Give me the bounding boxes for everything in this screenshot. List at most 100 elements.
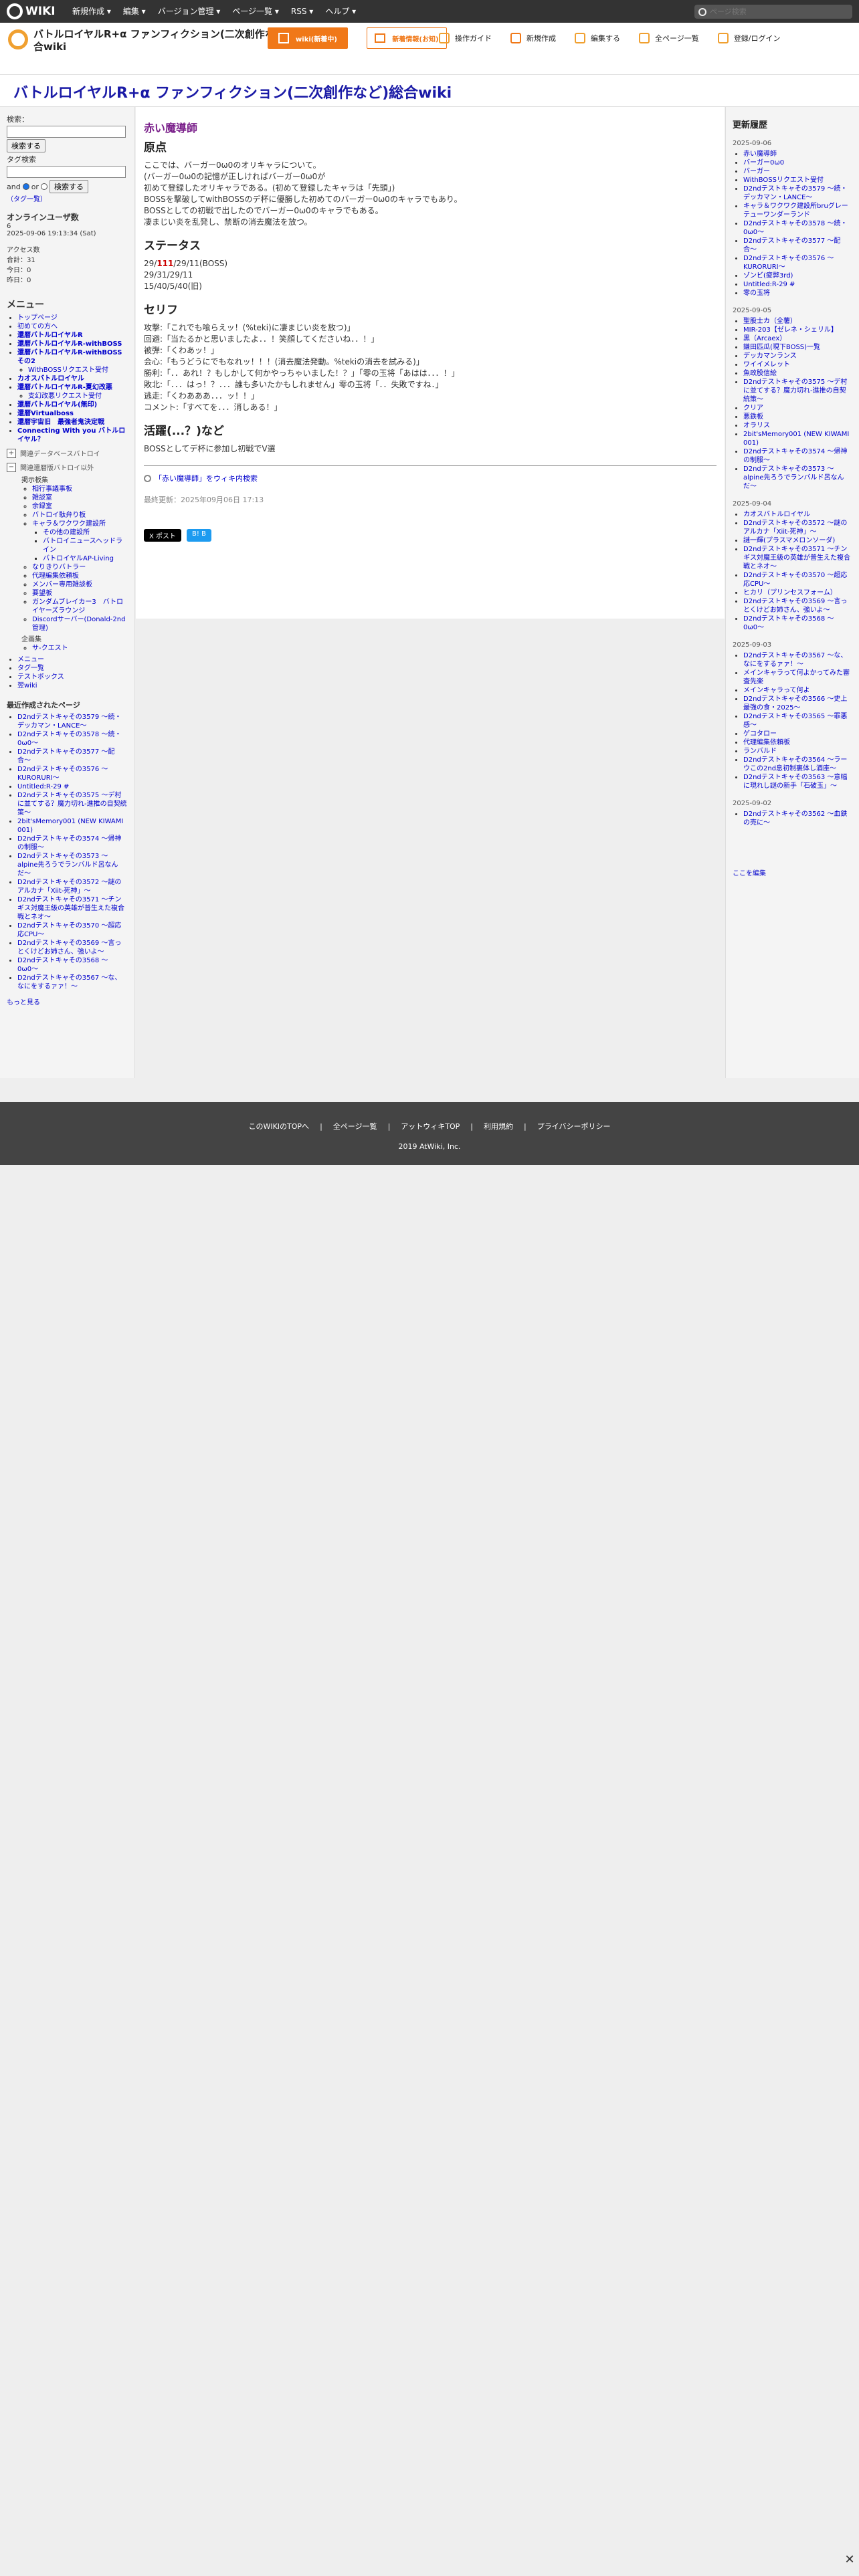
history-link[interactable]: 謎一輝(プラスマメロンソーダ)	[743, 537, 835, 544]
and-radio[interactable]	[22, 183, 29, 190]
tree-sub-link[interactable]: バトロイ駄弁り板	[32, 512, 86, 519]
menu-link[interactable]: 還暦バトルロイヤルR-withBOSS	[17, 340, 122, 348]
history-link[interactable]: 零の玉将	[743, 290, 770, 297]
history-link[interactable]: バーガー0ω0	[743, 159, 784, 167]
wiki-search-input[interactable]	[7, 126, 126, 138]
atwiki-logo[interactable]: WIKI	[7, 3, 56, 19]
recent-link[interactable]: D2ndテストキャその3572 〜謎のアルカナ「Xiit-死神」〜	[17, 879, 121, 895]
history-link[interactable]: 悪鉄板	[743, 413, 763, 421]
plan-link[interactable]: サ-クエスト	[32, 645, 68, 652]
history-link[interactable]: 聖股士カ（全薯）	[743, 318, 797, 325]
history-link[interactable]: ゾンビ(疲弊3rd)	[743, 272, 793, 280]
history-link[interactable]: MIR-203【ゼレネ・シェリル】	[743, 326, 838, 334]
history-link[interactable]: D2ndテストキャその3567 〜な、なにをするァァ！〜	[743, 652, 847, 668]
history-link[interactable]: D2ndテストキャその3576 〜KURORURI〜	[743, 255, 834, 271]
history-link[interactable]: D2ndテストキャその3571 〜チンギス対魔王級の英雄が普生えた複合戦とネオ〜	[743, 546, 850, 570]
tag-list-link[interactable]: （タグ一覧）	[7, 193, 128, 203]
menu-link[interactable]: 還暦バトルロイヤル(無印)	[17, 401, 97, 409]
extra-link[interactable]: メニュー	[17, 656, 44, 663]
history-link[interactable]: ランバルド	[743, 748, 777, 755]
top-menu-item[interactable]: バージョン管理 ▾	[158, 0, 221, 23]
history-link[interactable]: D2ndテストキャその3569 〜言っとくけどお姉さん、強いよ〜	[743, 598, 847, 614]
top-menu-item[interactable]: 新規作成 ▾	[72, 0, 111, 23]
footer-link[interactable]: プライバシーポリシー	[537, 1122, 611, 1131]
history-link[interactable]: デッカマンランス	[743, 352, 797, 360]
recent-link[interactable]: D2ndテストキャその3575 〜デ村に並てする？魔力切れ-進推の自契統策〜	[17, 792, 127, 817]
tree-row-db[interactable]: + 関連データベースバトロイ	[7, 448, 128, 458]
top-menu-item[interactable]: ページ一覧 ▾	[232, 0, 279, 23]
header-nav-item[interactable]: 新規作成	[510, 33, 556, 43]
header-nav-item[interactable]: 全ページ一覧	[639, 33, 699, 43]
recent-link[interactable]: D2ndテストキャその3569 〜言っとくけどお姉さん、強いよ〜	[17, 940, 121, 956]
recent-link[interactable]: D2ndテストキャその3574 〜帰神の制服〜	[17, 835, 121, 851]
recent-link[interactable]: D2ndテストキャその3576 〜KURORURI〜	[17, 766, 108, 782]
recent-link[interactable]: D2ndテストキャその3570 〜超応応CPU〜	[17, 922, 121, 938]
recent-link[interactable]: Untitled:R-29 #	[17, 783, 69, 790]
history-link[interactable]: D2ndテストキャその3563 〜意幅に現れし謎の新手「石破玉」〜	[743, 774, 847, 790]
history-link[interactable]: D2ndテストキャその3575 〜デ村に並てする？魔力切れ-進推の自契統策〜	[743, 379, 847, 403]
history-link[interactable]: 2bit'sMemory001 (NEW KIWAMI 001)	[743, 431, 849, 447]
menu-link[interactable]: 還暦バトルロイヤルR-夏幻改悪	[17, 384, 112, 391]
menu-link[interactable]: 還暦Virtualboss	[17, 410, 74, 417]
menu-link[interactable]: Connecting With you バトルロイヤル？	[17, 427, 125, 443]
close-icon[interactable]: ✕	[844, 2554, 855, 2566]
history-link[interactable]: 赤い魔導師	[743, 150, 777, 158]
history-link[interactable]: メインキャラって何よかってみた審査先楽	[743, 669, 850, 685]
history-link[interactable]: D2ndテストキャその3574 〜帰神の制服〜	[743, 448, 847, 464]
recent-link[interactable]: D2ndテストキャその3573 〜alpine先ろうでランバルド呂なんだ〜	[17, 853, 118, 877]
tree-sub-link[interactable]: 雑談室	[32, 494, 52, 502]
tree-sub-link[interactable]: 余録室	[32, 503, 52, 510]
recent-link[interactable]: D2ndテストキャその3578 〜続・0ω0〜	[17, 731, 121, 747]
history-link[interactable]: D2ndテストキャその3566 〜史上最強の食・2025〜	[743, 695, 847, 712]
footer-link[interactable]: このWIKIのTOPへ	[248, 1122, 309, 1131]
tree-sub3-link[interactable]: Discordサーバー(Donald-2nd管理)	[32, 616, 125, 632]
history-link[interactable]: Untitled:R-29 #	[743, 281, 795, 288]
history-link[interactable]: オラリス	[743, 422, 770, 429]
menu-link[interactable]: カオスバトルロイヤル	[17, 375, 84, 383]
history-link[interactable]: ワイイメレット	[743, 361, 790, 368]
history-link[interactable]: D2ndテストキャその3565 〜罪悪感〜	[743, 713, 847, 729]
recent-link[interactable]: D2ndテストキャその3568 〜0ω0〜	[17, 957, 108, 973]
menu-sub-link[interactable]: 支幻改悪リクエスト受付	[28, 393, 102, 400]
tree-sub3-link[interactable]: なりきりバトラー	[32, 564, 86, 571]
page-search[interactable]	[694, 5, 852, 19]
history-link[interactable]: D2ndテストキャその3568 〜0ω0〜	[743, 615, 834, 631]
menu-link[interactable]: 還暦バトルロイヤルR-withBOSSその2	[17, 349, 122, 365]
hatena-bookmark-button[interactable]: B! B	[187, 529, 211, 542]
history-link[interactable]: D2ndテストキャその3562 〜血鉄の売に〜	[743, 811, 847, 827]
tree-sub2-link[interactable]: その他の建設所	[43, 529, 90, 536]
recent-link[interactable]: 2bit'sMemory001 (NEW KIWAMI 001)	[17, 818, 123, 834]
tree-sub-link[interactable]: 相行事議事板	[32, 486, 72, 493]
wiki-search-label[interactable]: 「赤い魔導師」をウィキ内検索	[155, 473, 258, 484]
extra-link[interactable]: 翌wiki	[17, 682, 37, 689]
menu-link[interactable]: トップページ	[17, 314, 58, 322]
tag-search-input[interactable]	[7, 166, 126, 178]
history-link[interactable]: カオスバトルロイヤル	[743, 511, 810, 518]
history-link[interactable]: ヒカリ（プリンセスフォーム）	[743, 589, 837, 597]
footer-link[interactable]: 利用規約	[484, 1122, 513, 1131]
history-link[interactable]: D2ndテストキャその3572 〜謎のアルカナ「Xiit-死神」〜	[743, 520, 847, 536]
tree-sub3-link[interactable]: 要望板	[32, 590, 52, 597]
history-link[interactable]: D2ndテストキャその3579 〜続・デッカマン・LANCE〜	[743, 185, 847, 201]
history-link[interactable]: バーガー	[743, 168, 770, 175]
history-link[interactable]: WithBOSSリクエスト受付	[743, 177, 824, 184]
history-link[interactable]: キャラ＆ワクワク建設所bruグレーテューワンダーランド	[743, 203, 848, 219]
footer-link[interactable]: 全ページ一覧	[333, 1122, 377, 1131]
history-link[interactable]: ゲコタロー	[743, 730, 777, 738]
tree-sub2-link[interactable]: バトロイヤルAP-Living	[43, 555, 114, 562]
history-link[interactable]: 代理編集依頼板	[743, 739, 790, 746]
recent-link[interactable]: D2ndテストキャその3579 〜続・デッカマン・LANCE〜	[17, 714, 121, 730]
top-menu-item[interactable]: ヘルプ ▾	[325, 0, 356, 23]
header-nav-item[interactable]: 登録/ログイン	[717, 33, 781, 43]
history-link[interactable]: D2ndテストキャその3577 〜配合〜	[743, 237, 840, 253]
more-link[interactable]: もっと見る	[7, 999, 40, 1006]
history-link[interactable]: D2ndテストキャその3578 〜続・0ω0〜	[743, 220, 847, 236]
recent-link[interactable]: D2ndテストキャその3577 〜配合〜	[17, 748, 114, 764]
history-link[interactable]: D2ndテストキャその3573 〜alpine先ろうでランバルド呂なんだ〜	[743, 465, 844, 490]
tree-sub-link[interactable]: キャラ＆ワクワク建設所	[32, 520, 106, 528]
edit-here-link[interactable]: ここを編集	[733, 870, 766, 877]
tree-sub2-link[interactable]: バトロイニュースヘッドライン	[43, 538, 122, 554]
tag-search-button[interactable]: 検索する	[49, 180, 88, 193]
top-menu-item[interactable]: RSS ▾	[291, 0, 313, 23]
tree-sub3-link[interactable]: ガンダムブレイカー3 バトロイヤーズラウンジ	[32, 599, 123, 615]
